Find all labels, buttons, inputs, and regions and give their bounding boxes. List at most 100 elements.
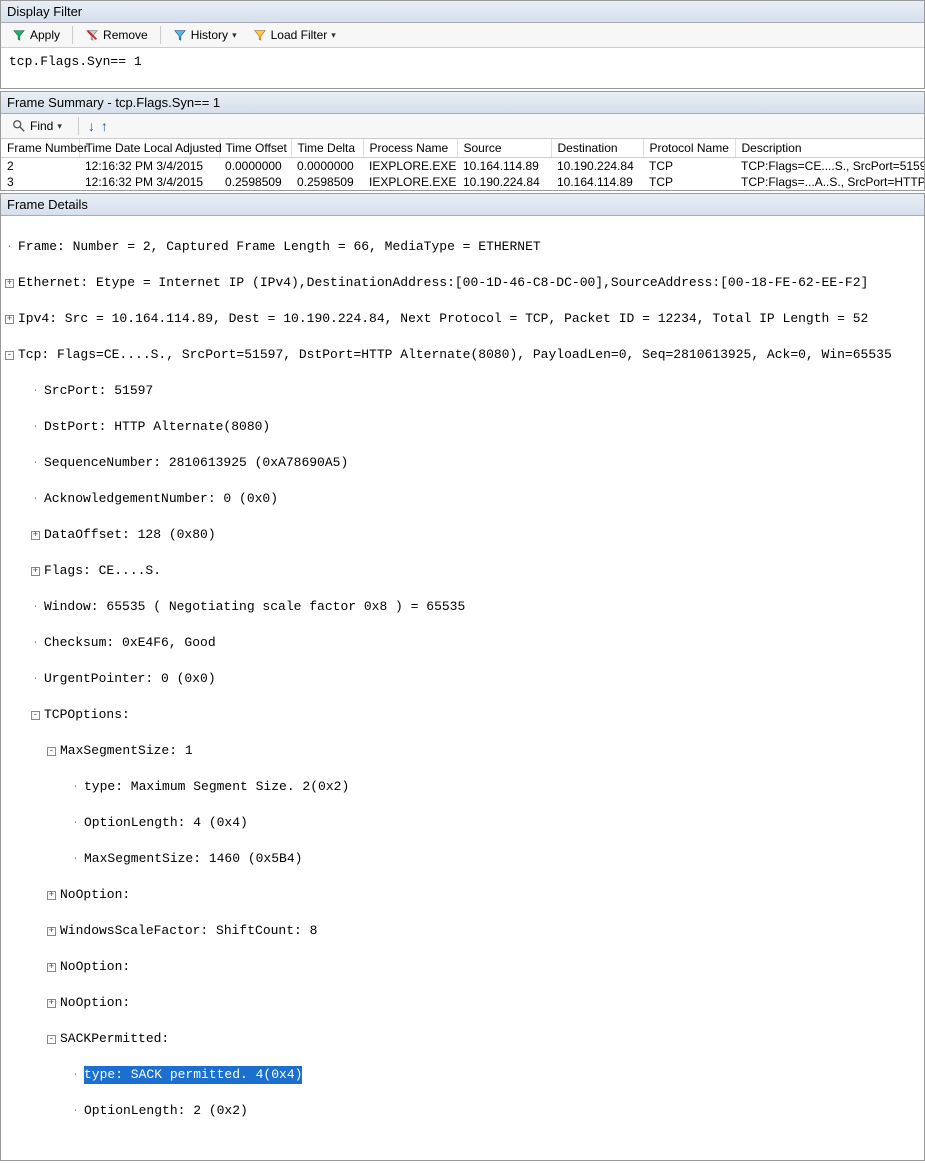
leaf-icon: · <box>31 459 40 468</box>
ethernet-line[interactable]: Ethernet: Etype = Internet IP (IPv4),Des… <box>18 274 868 292</box>
find-toolbar: Find ▾ ↓ ↑ <box>1 114 924 139</box>
expand-toggle[interactable]: + <box>47 927 56 936</box>
separator <box>78 117 79 135</box>
cell-offset: 0.0000000 <box>219 158 291 175</box>
apply-icon <box>12 28 26 42</box>
chevron-down-icon: ▾ <box>57 121 62 132</box>
window-line[interactable]: Window: 65535 ( Negotiating scale factor… <box>44 598 465 616</box>
ack-line[interactable]: AcknowledgementNumber: 0 (0x0) <box>44 490 278 508</box>
frame-details-title: Frame Details <box>1 194 924 216</box>
cell-process: IEXPLORE.EXE <box>363 174 457 190</box>
apply-button[interactable]: Apply <box>5 25 67 45</box>
leaf-icon: · <box>5 243 14 252</box>
table-row[interactable]: 2 12:16:32 PM 3/4/2015 0.0000000 0.00000… <box>1 158 924 175</box>
cell-process: IEXPLORE.EXE <box>363 158 457 175</box>
load-filter-icon <box>253 28 267 42</box>
leaf-icon: · <box>71 1107 80 1116</box>
leaf-icon: · <box>71 855 80 864</box>
ipv4-line[interactable]: Ipv4: Src = 10.164.114.89, Dest = 10.190… <box>18 310 868 328</box>
expand-toggle[interactable]: + <box>5 279 14 288</box>
seq-line[interactable]: SequenceNumber: 2810613925 (0xA78690A5) <box>44 454 348 472</box>
details-tree: · Frame: Number = 2, Captured Frame Lengt… <box>1 216 924 1160</box>
mss-line[interactable]: MaxSegmentSize: 1 <box>60 742 193 760</box>
mss-type-line[interactable]: type: Maximum Segment Size. 2(0x2) <box>84 778 349 796</box>
remove-icon <box>85 28 99 42</box>
cell-source: 10.164.114.89 <box>457 158 551 175</box>
collapse-toggle[interactable]: - <box>31 711 40 720</box>
collapse-toggle[interactable]: - <box>47 1035 56 1044</box>
col-source[interactable]: Source <box>457 139 551 158</box>
mss-val-line[interactable]: MaxSegmentSize: 1460 (0x5B4) <box>84 850 302 868</box>
leaf-icon: · <box>31 603 40 612</box>
cell-delta: 0.2598509 <box>291 174 363 190</box>
expand-toggle[interactable]: + <box>47 963 56 972</box>
chevron-down-icon: ▾ <box>331 30 336 41</box>
history-button[interactable]: History ▾ <box>166 25 244 45</box>
cell-time: 12:16:32 PM 3/4/2015 <box>79 158 219 175</box>
load-filter-button[interactable]: Load Filter ▾ <box>246 25 343 45</box>
leaf-icon: · <box>31 423 40 432</box>
wsf-line[interactable]: WindowsScaleFactor: ShiftCount: 8 <box>60 922 317 940</box>
leaf-icon: · <box>31 387 40 396</box>
sack-line[interactable]: SACKPermitted: <box>60 1030 169 1048</box>
col-time[interactable]: Time Date Local Adjusted <box>79 139 219 158</box>
expand-toggle[interactable]: + <box>5 315 14 324</box>
table-row[interactable]: 3 12:16:32 PM 3/4/2015 0.2598509 0.25985… <box>1 174 924 190</box>
leaf-icon: · <box>71 783 80 792</box>
history-icon <box>173 28 187 42</box>
col-offset[interactable]: Time Offset <box>219 139 291 158</box>
col-protocol[interactable]: Protocol Name <box>643 139 735 158</box>
flags-line[interactable]: Flags: CE....S. <box>44 562 161 580</box>
col-destination[interactable]: Destination <box>551 139 643 158</box>
remove-label: Remove <box>103 28 148 42</box>
load-filter-label: Load Filter <box>271 28 328 42</box>
sack-type-line[interactable]: type: SACK permitted. 4(0x4) <box>84 1066 302 1084</box>
find-button[interactable]: Find ▾ <box>5 116 69 136</box>
col-frame-number[interactable]: Frame Number <box>1 139 79 158</box>
noop2-line[interactable]: NoOption: <box>60 958 130 976</box>
frame-summary-title: Frame Summary - tcp.Flags.Syn== 1 <box>1 92 924 114</box>
dataoffset-line[interactable]: DataOffset: 128 (0x80) <box>44 526 216 544</box>
summary-table-scroll[interactable]: Frame Number Time Date Local Adjusted Ti… <box>1 139 924 190</box>
cell-description: TCP:Flags=CE....S., SrcPort=51597, DstPo… <box>735 158 924 175</box>
expand-toggle[interactable]: + <box>47 891 56 900</box>
tcp-line[interactable]: Tcp: Flags=CE....S., SrcPort=51597, DstP… <box>18 346 892 364</box>
frame-summary-panel: Frame Summary - tcp.Flags.Syn== 1 Find ▾… <box>0 91 925 191</box>
checksum-line[interactable]: Checksum: 0xE4F6, Good <box>44 634 216 652</box>
leaf-icon: · <box>31 639 40 648</box>
dstport-line[interactable]: DstPort: HTTP Alternate(8080) <box>44 418 270 436</box>
collapse-toggle[interactable]: - <box>5 351 14 360</box>
sack-len-line[interactable]: OptionLength: 2 (0x2) <box>84 1102 248 1120</box>
expand-toggle[interactable]: + <box>31 567 40 576</box>
col-delta[interactable]: Time Delta <box>291 139 363 158</box>
cell-offset: 0.2598509 <box>219 174 291 190</box>
table-header-row: Frame Number Time Date Local Adjusted Ti… <box>1 139 924 158</box>
leaf-icon: · <box>71 1071 80 1080</box>
expand-toggle[interactable]: + <box>31 531 40 540</box>
leaf-icon: · <box>71 819 80 828</box>
leaf-icon: · <box>31 675 40 684</box>
display-filter-title: Display Filter <box>1 1 924 23</box>
col-description[interactable]: Description <box>735 139 924 158</box>
chevron-down-icon: ▾ <box>232 30 237 41</box>
filter-text-input[interactable]: tcp.Flags.Syn== 1 <box>1 48 924 88</box>
col-process[interactable]: Process Name <box>363 139 457 158</box>
expand-toggle[interactable]: + <box>47 999 56 1008</box>
cell-source: 10.190.224.84 <box>457 174 551 190</box>
cell-destination: 10.190.224.84 <box>551 158 643 175</box>
noop1-line[interactable]: NoOption: <box>60 886 130 904</box>
down-arrow-button[interactable]: ↓ <box>88 118 95 134</box>
frame-line[interactable]: Frame: Number = 2, Captured Frame Length… <box>18 238 541 256</box>
noop3-line[interactable]: NoOption: <box>60 994 130 1012</box>
mss-len-line[interactable]: OptionLength: 4 (0x4) <box>84 814 248 832</box>
up-arrow-button[interactable]: ↑ <box>101 118 108 134</box>
history-label: History <box>191 28 228 42</box>
cell-description: TCP:Flags=...A..S., SrcPort=HTTP Alterna… <box>735 174 924 190</box>
remove-button[interactable]: Remove <box>78 25 155 45</box>
cell-protocol: TCP <box>643 158 735 175</box>
tcpoptions-line[interactable]: TCPOptions: <box>44 706 130 724</box>
urgent-line[interactable]: UrgentPointer: 0 (0x0) <box>44 670 216 688</box>
srcport-line[interactable]: SrcPort: 51597 <box>44 382 153 400</box>
collapse-toggle[interactable]: - <box>47 747 56 756</box>
separator <box>160 26 161 44</box>
